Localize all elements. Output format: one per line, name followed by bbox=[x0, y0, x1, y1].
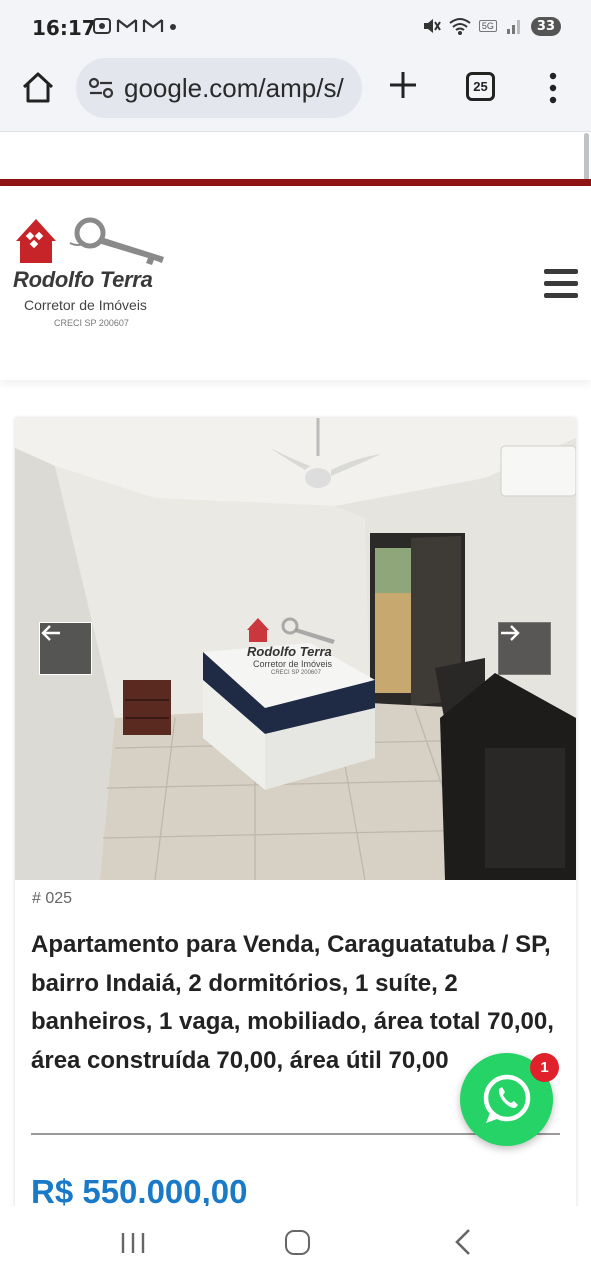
whatsapp-notification-badge: 1 bbox=[530, 1053, 559, 1082]
address-bar[interactable]: google.com/amp/s/ bbox=[76, 58, 362, 118]
back-icon[interactable] bbox=[452, 1228, 474, 1256]
page-scrollbar[interactable] bbox=[584, 133, 589, 181]
site-header: Rodolfo Terra Corretor de Imóveis CRECI … bbox=[0, 187, 591, 380]
site-settings-icon[interactable] bbox=[88, 76, 114, 100]
home-icon[interactable] bbox=[20, 70, 56, 106]
arrow-right-icon bbox=[501, 625, 520, 641]
site-logo[interactable]: Rodolfo Terra Corretor de Imóveis CRECI … bbox=[12, 213, 182, 328]
status-bar: 16:17 5G 33 bbox=[0, 0, 591, 56]
home-nav-button[interactable] bbox=[285, 1230, 310, 1255]
photo-watermark: Rodolfo Terra Corretor de Imóveis CRECI … bbox=[243, 614, 363, 684]
logo-name: Rodolfo Terra bbox=[13, 267, 153, 292]
house-key-logo-icon bbox=[16, 217, 164, 265]
new-tab-icon[interactable] bbox=[386, 68, 420, 102]
tab-switcher-button[interactable]: 25 bbox=[466, 72, 495, 101]
logo-subtitle: Corretor de Imóveis bbox=[24, 297, 147, 313]
listing-price: R$ 550.000,00 bbox=[31, 1173, 248, 1206]
url-text[interactable]: google.com/amp/s/ bbox=[124, 73, 344, 104]
arrow-left-icon bbox=[41, 625, 60, 641]
network-type: 5G bbox=[478, 20, 497, 32]
watermark-subtitle: Corretor de Imóveis bbox=[253, 659, 333, 669]
more-menu-icon[interactable] bbox=[540, 68, 566, 108]
battery-indicator: 33 bbox=[530, 16, 561, 36]
gmail-icon-2 bbox=[142, 19, 164, 32]
recent-apps-icon[interactable] bbox=[120, 1231, 146, 1255]
listing-photo[interactable]: Rodolfo Terra Corretor de Imóveis CRECI … bbox=[15, 418, 576, 880]
status-time: 16:17 bbox=[32, 16, 96, 40]
watermark-logo-icon bbox=[247, 617, 335, 644]
top-accent-line bbox=[0, 179, 591, 186]
next-photo-button[interactable] bbox=[498, 622, 551, 675]
wifi-icon bbox=[449, 18, 471, 35]
signal-icon bbox=[506, 20, 520, 34]
watermark-name: Rodolfo Terra bbox=[247, 644, 332, 659]
previous-photo-button[interactable] bbox=[39, 622, 92, 675]
hamburger-menu-icon[interactable] bbox=[544, 269, 578, 299]
web-page: Rodolfo Terra Corretor de Imóveis CRECI … bbox=[0, 133, 591, 1206]
system-navigation-bar bbox=[0, 1206, 591, 1280]
screenshot-icon bbox=[93, 18, 111, 34]
browser-toolbar: google.com/amp/s/ 25 bbox=[0, 56, 591, 132]
mute-icon bbox=[423, 19, 441, 33]
system-icons: 5G 33 bbox=[421, 16, 561, 36]
watermark-creci: CRECI SP 200607 bbox=[271, 670, 321, 676]
gmail-icon bbox=[116, 19, 138, 32]
logo-creci: CRECI SP 200607 bbox=[54, 318, 129, 328]
more-notifications-icon bbox=[170, 24, 176, 30]
notification-icons bbox=[92, 17, 178, 35]
listing-reference: # 025 bbox=[32, 890, 73, 907]
